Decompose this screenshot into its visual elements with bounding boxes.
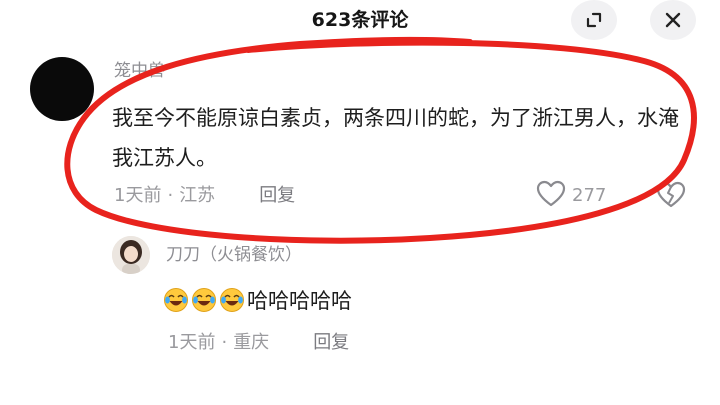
- comment-time: 1天前: [114, 185, 162, 206]
- laughing-crying-emoji-icon: [164, 288, 188, 312]
- comment-location: 江苏: [179, 185, 216, 206]
- laughing-crying-emoji-icon: [192, 288, 216, 312]
- reply-button[interactable]: 回复: [259, 184, 295, 208]
- commenter-avatar[interactable]: [30, 57, 94, 121]
- laughing-crying-emoji-icon: [220, 288, 244, 312]
- close-icon: [665, 12, 681, 28]
- red-annotation-circle: [64, 36, 697, 244]
- expand-button[interactable]: [571, 0, 617, 40]
- reply-button[interactable]: 回复: [313, 331, 349, 355]
- reply-meta: 1天前 · 重庆 回复: [168, 331, 349, 355]
- commenter-username[interactable]: 笼中兽: [114, 60, 165, 82]
- meta-separator: ·: [221, 332, 228, 353]
- reply-time: 1天前: [168, 332, 216, 353]
- reply-text: 哈哈哈哈哈: [163, 280, 352, 320]
- replier-photo: [112, 236, 150, 274]
- expand-icon: [586, 12, 602, 28]
- replier-username[interactable]: 刀刀（火锅餐饮）: [166, 244, 302, 266]
- like-count: 277: [572, 185, 607, 206]
- meta-separator: ·: [167, 185, 174, 206]
- comment-text: 我至今不能原谅白素贞，两条四川的蛇，为了浙江男人，水淹我江苏人。: [112, 106, 679, 170]
- like-icon[interactable]: [536, 180, 566, 208]
- reply-location: 重庆: [233, 332, 270, 353]
- comment-meta: 1天前 · 江苏 回复: [114, 184, 295, 208]
- replier-avatar[interactable]: [112, 236, 150, 274]
- dislike-icon[interactable]: [656, 181, 686, 209]
- close-button[interactable]: [650, 0, 696, 40]
- reply-text-content: 哈哈哈哈哈: [247, 289, 352, 313]
